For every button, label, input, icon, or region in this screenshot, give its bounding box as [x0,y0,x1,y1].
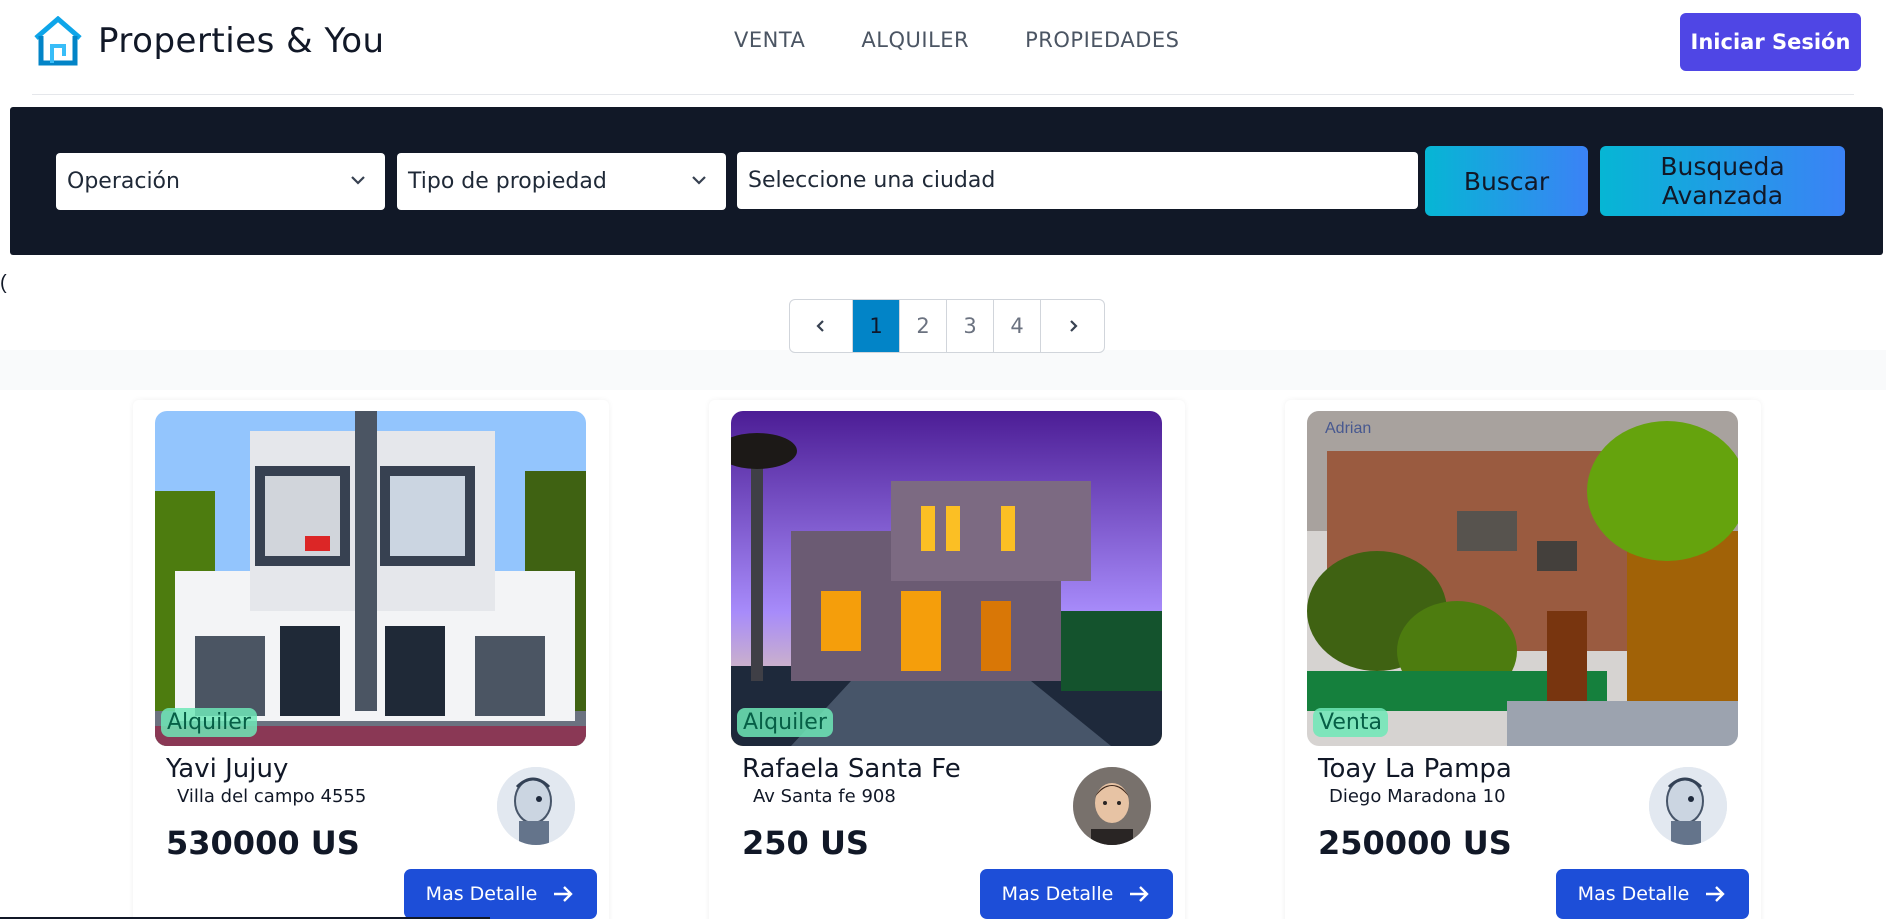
more-details-button[interactable]: Mas Detalle [980,869,1173,919]
search-button[interactable]: Buscar [1425,146,1588,216]
advanced-search-button[interactable]: Busqueda Avanzada [1600,146,1845,216]
operation-badge: Alquiler [737,708,833,737]
property-image[interactable]: Alquiler [731,411,1162,746]
operation-badge: Venta [1313,708,1388,737]
property-type-select-value: Tipo de propiedad [408,169,607,194]
agent-avatar [1073,767,1151,845]
more-details-button[interactable]: Mas Detalle [404,869,597,919]
agent-avatar [1649,767,1727,845]
property-card: Alquiler Rafaela Santa Fe Av Santa fe 90… [709,400,1185,919]
arrow-right-icon [554,886,574,902]
person-avatar-image [1073,767,1151,845]
more-details-label: Mas Detalle [1577,883,1690,905]
robot-avatar-image [497,767,575,845]
page-button-1[interactable]: 1 [853,300,900,352]
brick-house-garden-image: Adrian [1307,411,1738,746]
search-bar: Operación Tipo de propiedad Buscar Busqu… [10,107,1883,255]
chevron-right-icon [1069,320,1078,332]
property-card: Adrian Venta Toay La Pampa Diego Maradon… [1285,400,1761,919]
brand-logo[interactable]: Properties & You [32,16,385,66]
chevron-down-icon [351,176,365,185]
brand-name: Properties & You [98,21,385,61]
more-details-label: Mas Detalle [1001,883,1114,905]
more-details-button[interactable]: Mas Detalle [1556,869,1749,919]
property-price: 250000 US [1318,824,1512,862]
property-address: Diego Maradona 10 [1329,786,1506,807]
page-button-3[interactable]: 3 [947,300,994,352]
property-type-select[interactable]: Tipo de propiedad [397,153,726,210]
property-image[interactable]: Alquiler [155,411,586,746]
chevron-left-icon [816,320,824,332]
more-details-label: Mas Detalle [425,883,538,905]
property-image[interactable]: Adrian Venta [1307,411,1738,746]
property-address: Villa del campo 4555 [177,786,367,807]
robot-avatar-image [1649,767,1727,845]
main-nav: VENTA ALQUILER PROPIEDADES [734,28,1179,52]
section-band [0,350,1886,390]
login-button[interactable]: Iniciar Sesión [1680,13,1861,71]
property-card: Alquiler Yavi Jujuy Villa del campo 4555… [133,400,609,919]
nav-venta[interactable]: VENTA [734,28,805,52]
svg-text:Adrian: Adrian [1325,420,1371,437]
chevron-down-icon [692,176,706,185]
property-city: Rafaela Santa Fe [742,754,961,784]
modern-white-house-image [155,411,586,746]
operation-select-value: Operación [67,169,180,194]
page-button-4[interactable]: 4 [994,300,1041,352]
stray-open-paren: ( [0,272,7,294]
property-address: Av Santa fe 908 [753,786,896,807]
next-page-button[interactable] [1041,300,1104,352]
house-at-dusk-image [731,411,1162,746]
operation-badge: Alquiler [161,708,257,737]
arrow-right-icon [1130,886,1150,902]
agent-avatar [497,767,575,845]
nav-alquiler[interactable]: ALQUILER [861,28,969,52]
city-input[interactable] [737,152,1418,209]
property-city: Toay La Pampa [1318,754,1512,784]
house-logo-icon [34,16,82,66]
page-button-2[interactable]: 2 [900,300,947,352]
prev-page-button[interactable] [790,300,853,352]
property-city: Yavi Jujuy [166,754,289,784]
arrow-right-icon [1706,886,1726,902]
property-price: 250 US [742,824,869,862]
operation-select[interactable]: Operación [56,153,385,210]
pagination: 1 2 3 4 [789,299,1105,353]
header-divider [32,94,1854,95]
nav-propiedades[interactable]: PROPIEDADES [1025,28,1179,52]
property-price: 530000 US [166,824,360,862]
top-header: Properties & You VENTA ALQUILER PROPIEDA… [0,0,1886,96]
